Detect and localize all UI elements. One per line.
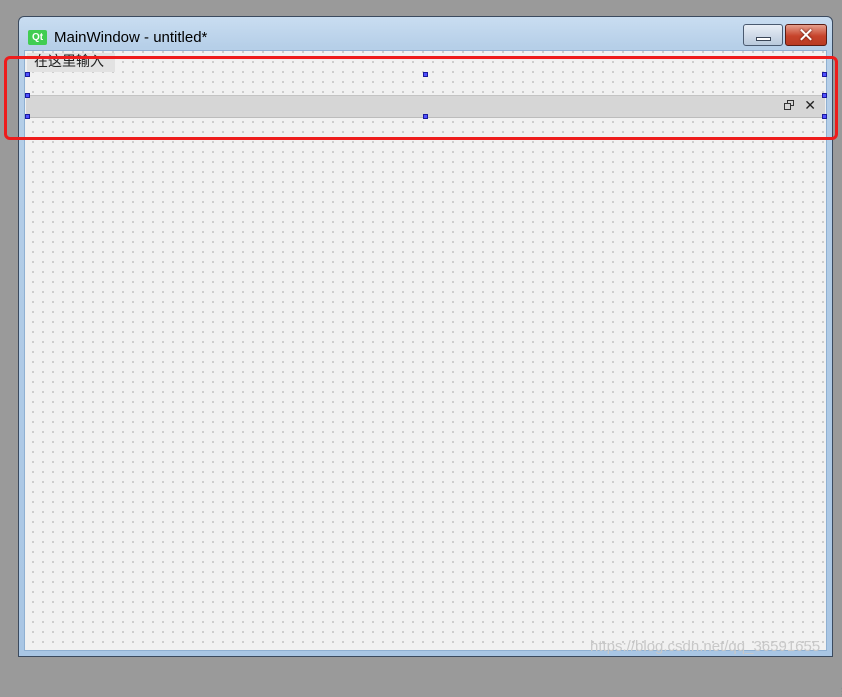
watermark-text: https://blog.csdn.net/qq_36591655	[590, 638, 821, 655]
close-icon: ✕	[797, 23, 815, 47]
title-bar[interactable]: Qt MainWindow - untitled* ✕	[19, 17, 832, 50]
designer-canvas[interactable]: 在这里输入 ✕	[24, 50, 842, 697]
qt-logo-icon: Qt	[28, 30, 47, 45]
minimize-icon	[756, 37, 771, 41]
window-title: MainWindow - untitled*	[54, 29, 208, 46]
minimize-button[interactable]	[743, 24, 783, 46]
close-button[interactable]: ✕	[785, 24, 827, 46]
highlight-annotation-box	[4, 56, 838, 140]
